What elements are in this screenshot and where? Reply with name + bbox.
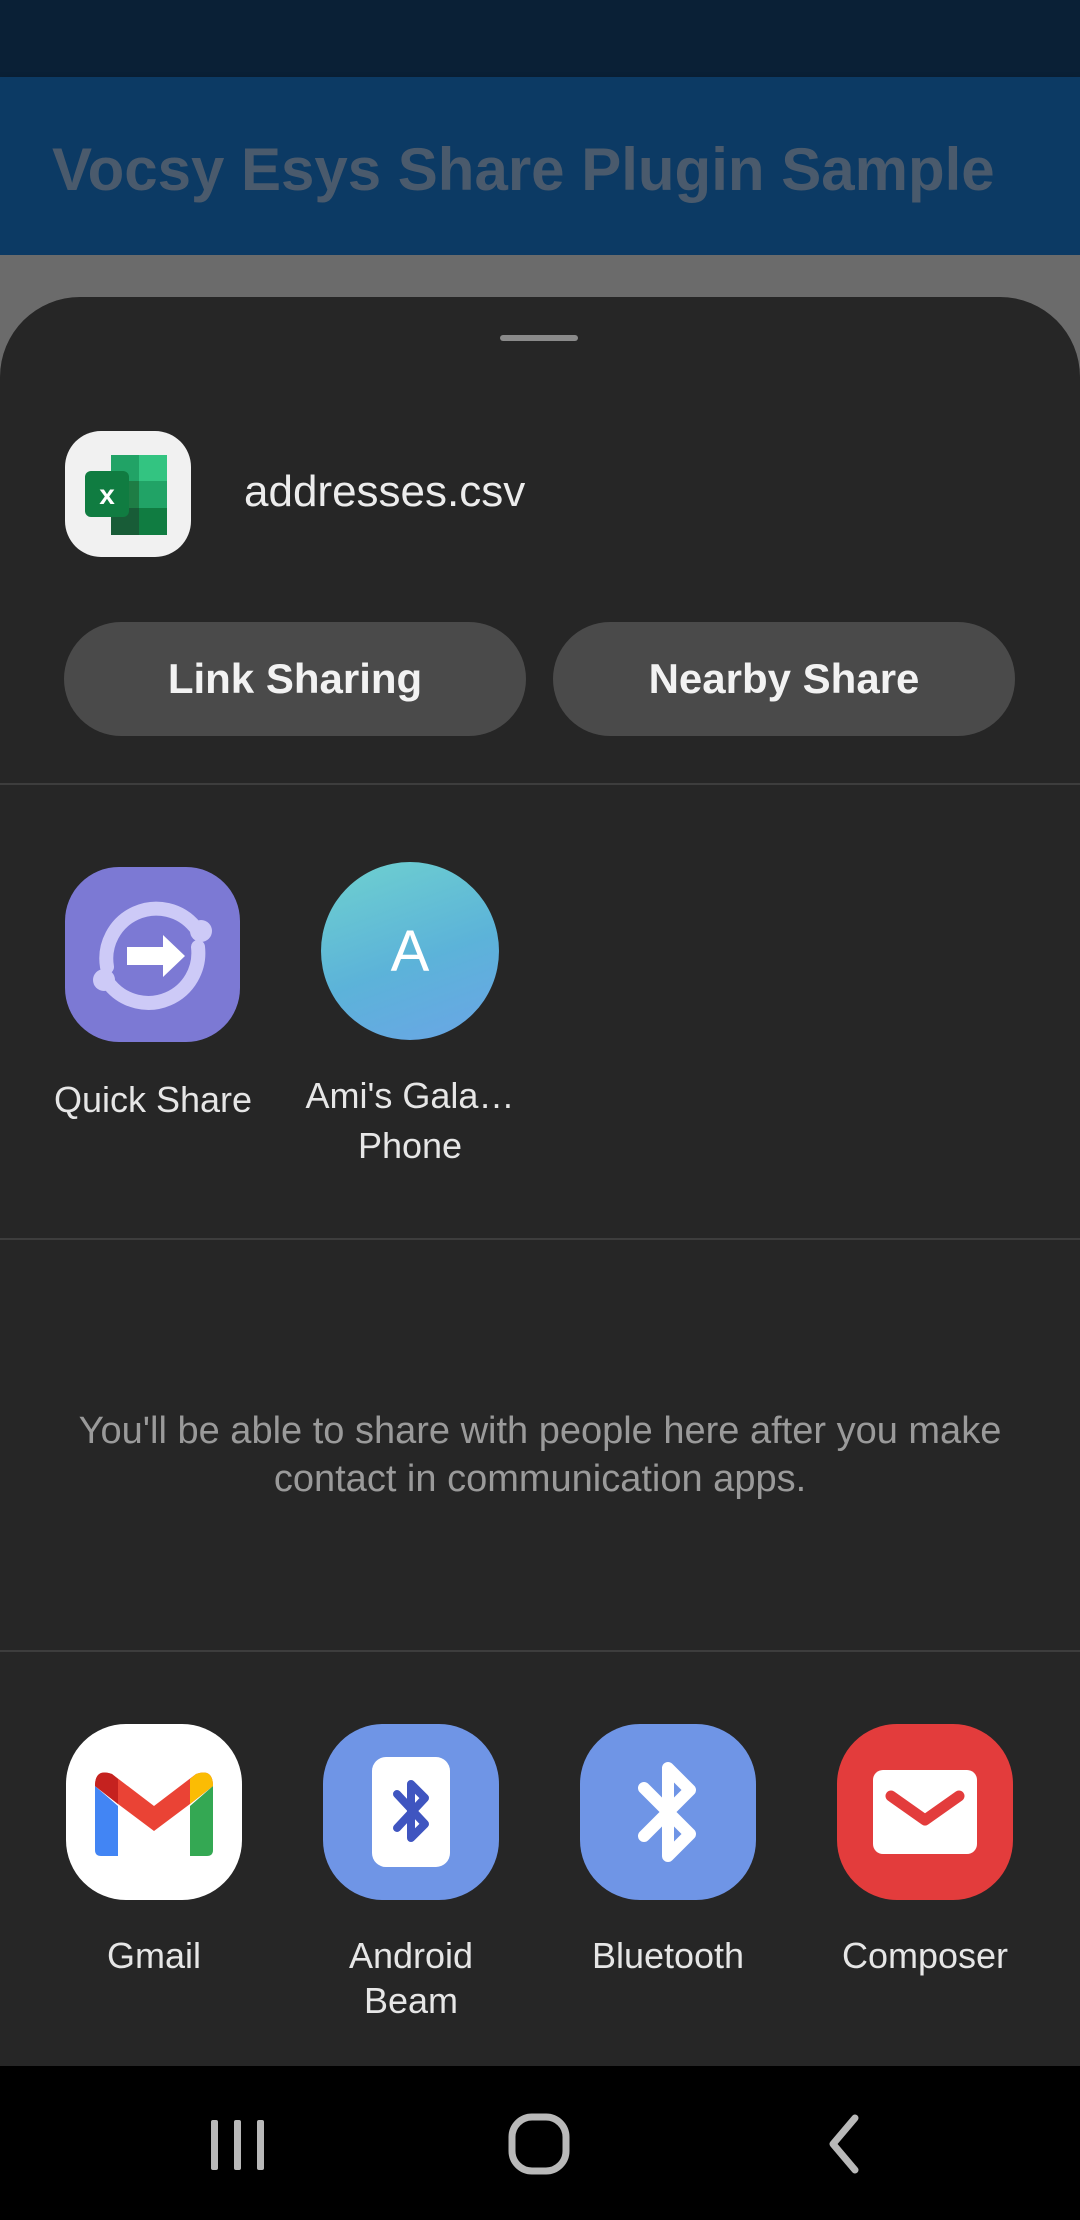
bluetooth-icon[interactable] xyxy=(580,1724,756,1900)
quick-share-label: Quick Share xyxy=(53,1079,253,1120)
avatar-letter: A xyxy=(390,918,430,984)
gmail-label: Gmail xyxy=(106,1935,201,1976)
app-bar: Vocsy Esys Share Plugin Sample xyxy=(0,77,1080,255)
contact-avatar[interactable]: A xyxy=(321,862,499,1040)
svg-text:x: x xyxy=(99,479,115,510)
app-title: Vocsy Esys Share Plugin Sample xyxy=(52,136,995,203)
divider xyxy=(0,1650,1080,1652)
back-icon[interactable] xyxy=(773,2086,913,2196)
navigation-bar xyxy=(0,2066,1080,2220)
quick-share-icon[interactable] xyxy=(65,867,240,1042)
home-icon[interactable] xyxy=(470,2086,610,2196)
excel-icon: x xyxy=(65,431,191,557)
share-sheet: x addresses.csv Link Sharing Nearby Shar… xyxy=(0,297,1080,2067)
composer-mail-icon[interactable] xyxy=(837,1724,1013,1900)
file-name: addresses.csv xyxy=(244,467,526,516)
contact-label-line1: Ami's Gala… xyxy=(305,1075,515,1116)
divider xyxy=(0,1238,1080,1240)
bluetooth-label: Bluetooth xyxy=(591,1935,745,1976)
android-beam-icon[interactable] xyxy=(323,1724,499,1900)
android-beam-label-line2: Beam xyxy=(363,1980,459,2021)
recents-icon[interactable] xyxy=(167,2086,307,2196)
contact-label-line2: Phone xyxy=(357,1125,463,1166)
link-sharing-button[interactable]: Link Sharing xyxy=(64,622,526,736)
drag-handle[interactable] xyxy=(500,335,578,341)
empty-direct-share-message: You'll be able to share with people here… xyxy=(78,1410,1002,1500)
nearby-share-button[interactable]: Nearby Share xyxy=(553,622,1015,736)
android-beam-label-line1: Android xyxy=(348,1935,474,1976)
composer-label: Composer xyxy=(841,1935,1009,1976)
scrim[interactable] xyxy=(0,255,1080,300)
gmail-icon[interactable] xyxy=(66,1724,242,1900)
status-bar xyxy=(0,0,1080,77)
divider xyxy=(0,783,1080,785)
